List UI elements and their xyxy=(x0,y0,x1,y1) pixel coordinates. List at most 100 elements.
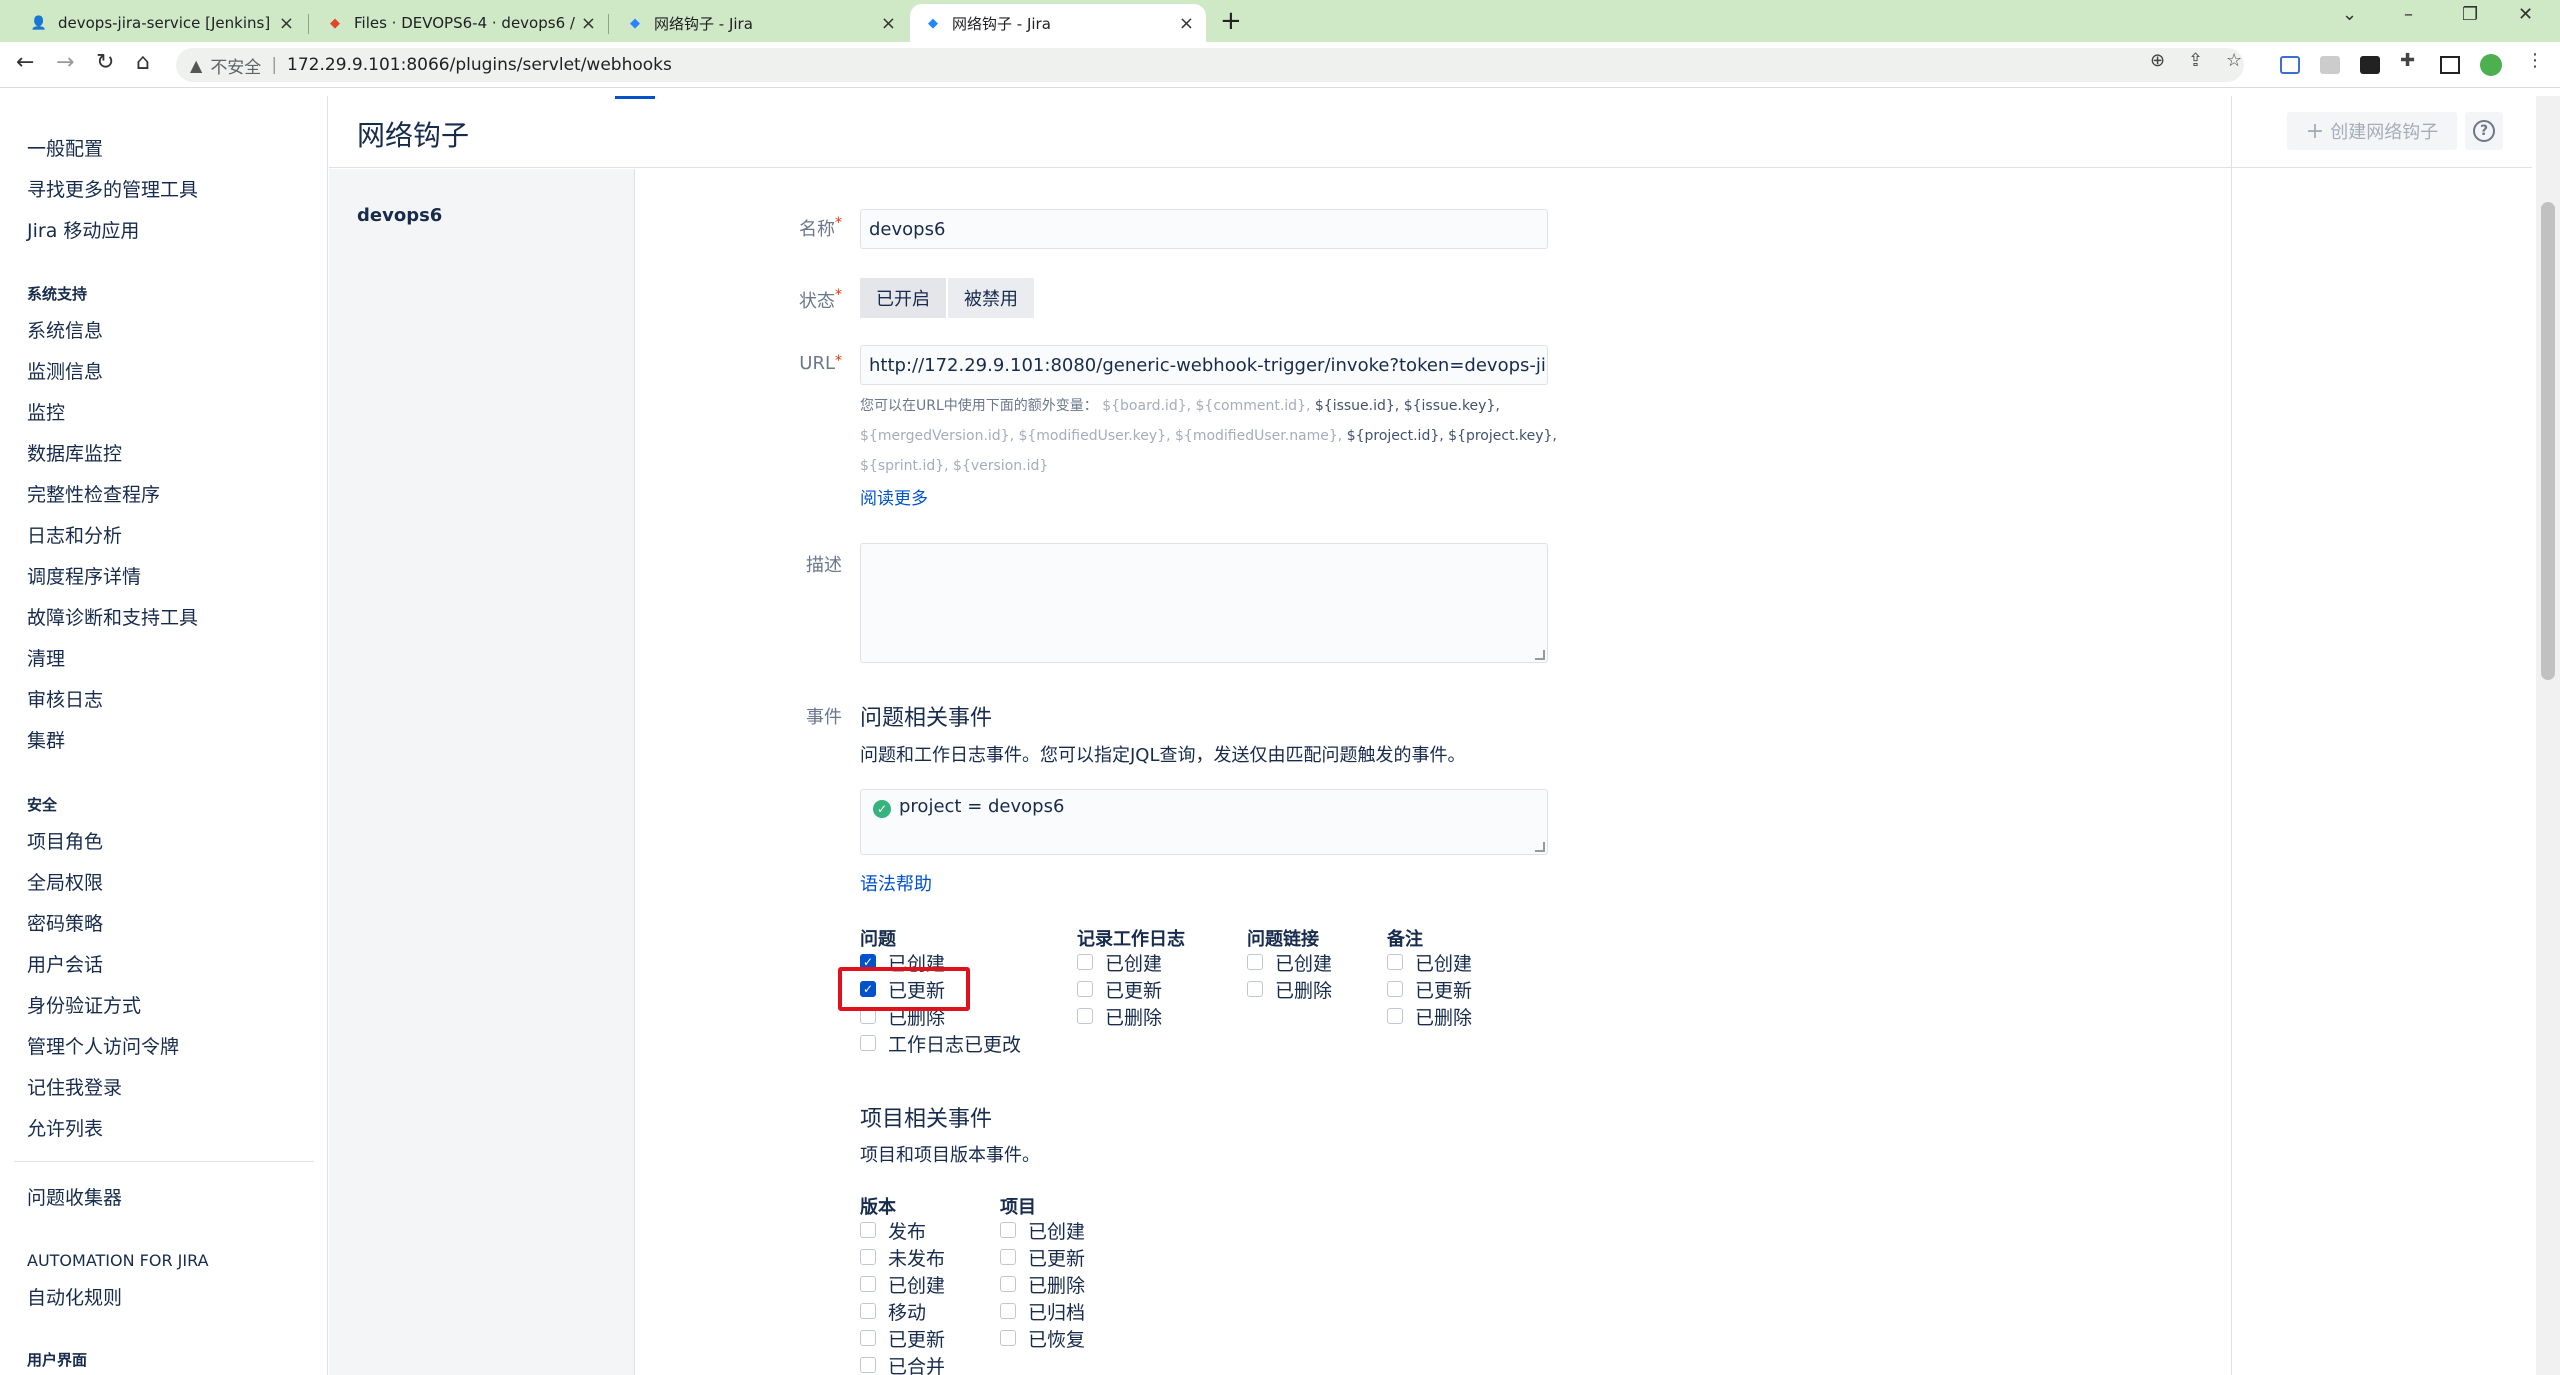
syntax-help-link[interactable]: 语法帮助 xyxy=(860,870,932,896)
version-released-checkbox[interactable]: 发布 xyxy=(860,1218,926,1243)
sidebar-item-remember-me[interactable]: 记住我登录 xyxy=(27,1073,122,1100)
home-icon[interactable]: ⌂ xyxy=(136,50,150,75)
sidebar-item-integrity-checker[interactable]: 完整性检查程序 xyxy=(27,480,160,507)
description-textarea[interactable] xyxy=(860,543,1548,663)
jql-input[interactable]: ✓ project = devops6 xyxy=(860,789,1548,855)
link-deleted-checkbox[interactable]: 已删除 xyxy=(1247,977,1332,1002)
security-label: 不安全 xyxy=(210,57,262,78)
status-label: 状态* xyxy=(799,287,842,312)
browser-tab-jira-1[interactable]: ◆ 网络钩子 - Jira × xyxy=(612,4,908,42)
page-header: 网络钩子 + 创建网络钩子 ? xyxy=(329,96,2532,168)
close-icon[interactable]: × xyxy=(1179,13,1194,34)
version-created-checkbox[interactable]: 已创建 xyxy=(860,1272,945,1297)
project-created-checkbox[interactable]: 已创建 xyxy=(1000,1218,1085,1243)
comment-updated-checkbox[interactable]: 已更新 xyxy=(1387,977,1472,1002)
sidebar-item-allowlist[interactable]: 允许列表 xyxy=(27,1114,103,1141)
forward-icon[interactable]: → xyxy=(56,50,74,75)
sidebar-item-password-policy[interactable]: 密码策略 xyxy=(27,909,103,936)
sidebar-item-troubleshooting[interactable]: 故障诊断和支持工具 xyxy=(27,603,198,630)
extension-icon[interactable] xyxy=(2320,56,2340,74)
project-restored-checkbox[interactable]: 已恢复 xyxy=(1000,1326,1085,1351)
status-disabled-button[interactable]: 被禁用 xyxy=(948,278,1034,318)
page-scrollbar[interactable] xyxy=(2536,96,2560,1375)
read-more-link[interactable]: 阅读更多 xyxy=(860,484,928,509)
extension-icon[interactable] xyxy=(2280,56,2300,74)
worklog-deleted-checkbox[interactable]: 已删除 xyxy=(1077,1004,1162,1029)
url-text: 172.29.9.101:8066/plugins/servlet/webhoo… xyxy=(287,55,672,75)
sidebar-item-system-info[interactable]: 系统信息 xyxy=(27,316,103,343)
share-icon[interactable]: ⇪ xyxy=(2188,50,2203,71)
star-icon[interactable]: ☆ xyxy=(2226,50,2242,71)
project-deleted-checkbox[interactable]: 已删除 xyxy=(1000,1272,1085,1297)
worklog-updated-checkbox[interactable]: 已更新 xyxy=(1077,977,1162,1002)
comment-created-checkbox[interactable]: 已创建 xyxy=(1387,950,1472,975)
sidebar-item-mobile[interactable]: Jira 移动应用 xyxy=(27,216,139,243)
sidebar-item-access-tokens[interactable]: 管理个人访问令牌 xyxy=(27,1032,179,1059)
sidebar-item-logging[interactable]: 日志和分析 xyxy=(27,521,122,548)
minimize-icon[interactable]: – xyxy=(2404,4,2413,25)
version-unreleased-checkbox[interactable]: 未发布 xyxy=(860,1245,945,1270)
comment-deleted-checkbox[interactable]: 已删除 xyxy=(1387,1004,1472,1029)
close-icon[interactable]: × xyxy=(581,13,596,34)
webhook-list-item[interactable]: devops6 xyxy=(357,205,442,226)
check-circle-icon: ✓ xyxy=(873,800,891,818)
browser-tab-jira-active[interactable]: ◆ 网络钩子 - Jira × xyxy=(910,4,1206,42)
name-input[interactable]: devops6 xyxy=(860,209,1548,249)
sidebar-item-cluster[interactable]: 集群 xyxy=(27,726,65,753)
sidebar-item-general[interactable]: 一般配置 xyxy=(27,134,103,161)
tab-title: 网络钩子 - Jira xyxy=(654,14,753,33)
issue-events-title: 问题相关事件 xyxy=(860,706,993,731)
chevron-down-icon[interactable]: ⌄ xyxy=(2342,4,2357,25)
sidebar-item-audit-log[interactable]: 审核日志 xyxy=(27,685,103,712)
sidebar-item-global-permissions[interactable]: 全局权限 xyxy=(27,868,103,895)
sidebar-item-monitor-info[interactable]: 监测信息 xyxy=(27,357,103,384)
sidebar-item-issue-collector[interactable]: 问题收集器 xyxy=(27,1183,122,1210)
worklog-created-checkbox[interactable]: 已创建 xyxy=(1077,950,1162,975)
sidebar-item-db-monitoring[interactable]: 数据库监控 xyxy=(27,439,122,466)
close-icon[interactable]: × xyxy=(881,13,896,34)
puzzle-icon[interactable]: ✚ xyxy=(2400,50,2415,71)
version-moved-checkbox[interactable]: 移动 xyxy=(860,1299,926,1324)
project-archived-checkbox[interactable]: 已归档 xyxy=(1000,1299,1085,1324)
version-merged-checkbox[interactable]: 已合并 xyxy=(860,1353,945,1375)
help-icon: ? xyxy=(2473,120,2495,142)
name-label: 名称* xyxy=(799,215,842,240)
sidebar-item-user-sessions[interactable]: 用户会话 xyxy=(27,950,103,977)
avatar[interactable] xyxy=(2480,54,2502,76)
url-input[interactable]: http://172.29.9.101:8080/generic-webhook… xyxy=(860,345,1548,385)
scrollbar-thumb[interactable] xyxy=(2541,202,2555,680)
sidebar-item-auth-methods[interactable]: 身份验证方式 xyxy=(27,991,141,1018)
project-updated-checkbox[interactable]: 已更新 xyxy=(1000,1245,1085,1270)
zoom-icon[interactable]: ⊕ xyxy=(2150,50,2165,71)
close-icon[interactable]: × xyxy=(279,13,294,34)
version-updated-checkbox[interactable]: 已更新 xyxy=(860,1326,945,1351)
browser-tab-jenkins[interactable]: 👤 devops-jira-service [Jenkins] × xyxy=(16,4,306,42)
sidebar-item-monitoring[interactable]: 监控 xyxy=(27,398,65,425)
create-webhook-button[interactable]: + 创建网络钩子 xyxy=(2287,112,2457,150)
worklog-changed-checkbox[interactable]: 工作日志已更改 xyxy=(860,1031,1021,1056)
browser-tab-gitlab[interactable]: ◆ Files · DEVOPS6-4 · devops6 / × xyxy=(312,4,608,42)
create-webhook-label: 创建网络钩子 xyxy=(2330,122,2439,143)
extension-icon[interactable] xyxy=(2360,56,2380,74)
url-field[interactable]: ▲ 不安全 | 172.29.9.101:8066/plugins/servle… xyxy=(176,48,2244,82)
back-icon[interactable]: ← xyxy=(16,50,34,75)
admin-sidebar: 一般配置 寻找更多的管理工具 Jira 移动应用 系统支持 系统信息 监测信息 … xyxy=(0,96,328,1375)
sidebar-item-find-tools[interactable]: 寻找更多的管理工具 xyxy=(27,175,198,202)
menu-icon[interactable]: ⋮ xyxy=(2526,50,2544,71)
project-events-title: 项目相关事件 xyxy=(860,1107,993,1132)
status-enabled-button[interactable]: 已开启 xyxy=(860,278,946,318)
tab-title: Files · DEVOPS6-4 · devops6 / xyxy=(354,14,575,32)
help-button[interactable]: ? xyxy=(2465,112,2503,150)
sidebar-item-project-roles[interactable]: 项目角色 xyxy=(27,827,103,854)
project-events-desc: 项目和项目版本事件。 xyxy=(860,1145,1040,1166)
link-created-checkbox[interactable]: 已创建 xyxy=(1247,950,1332,975)
close-window-icon[interactable]: ✕ xyxy=(2518,4,2533,25)
sidebar-item-cleanup[interactable]: 清理 xyxy=(27,644,65,671)
sidebar-item-scheduler[interactable]: 调度程序详情 xyxy=(27,562,141,589)
sidepanel-icon[interactable] xyxy=(2440,56,2460,74)
new-tab-button[interactable]: + xyxy=(1220,6,1242,36)
restore-icon[interactable]: ❐ xyxy=(2462,4,2478,25)
reload-icon[interactable]: ↻ xyxy=(96,50,114,75)
sidebar-item-automation-rules[interactable]: 自动化规则 xyxy=(27,1283,122,1310)
url-variables-hint: 您可以在URL中使用下面的额外变量： ${board.id}, ${commen… xyxy=(860,398,1557,474)
